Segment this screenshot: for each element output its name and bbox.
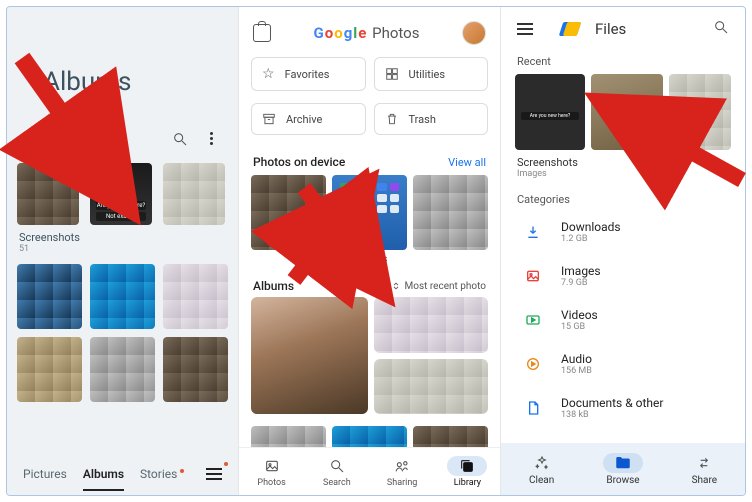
- nav-library[interactable]: Library: [435, 448, 500, 495]
- recent-label: Recent: [501, 45, 745, 74]
- search-icon[interactable]: [172, 131, 188, 151]
- sort-icon: [391, 281, 401, 291]
- category-name: Documents & other: [561, 396, 663, 410]
- tab-pictures[interactable]: Pictures: [23, 467, 67, 481]
- recent-caption-title: Screenshots: [517, 156, 729, 169]
- section-title: Photos on device: [253, 155, 345, 169]
- search-icon: [329, 458, 345, 474]
- album-thumb[interactable]: [163, 163, 225, 225]
- category-name: Videos: [561, 308, 598, 322]
- menu-icon[interactable]: [517, 23, 533, 35]
- notification-dot: [180, 469, 184, 473]
- album-large-thumb[interactable]: [251, 297, 368, 414]
- menu-icon[interactable]: [206, 468, 222, 480]
- bottom-tabs: Pictures Albums Stories: [7, 453, 238, 495]
- video-icon: [519, 306, 547, 334]
- sparkle-icon: [534, 455, 550, 471]
- nav-share[interactable]: Share: [664, 443, 745, 495]
- categories-label: Categories: [501, 179, 745, 210]
- category-name: Images: [561, 264, 601, 278]
- app-title: Files: [595, 20, 626, 38]
- category-size: 1.2 GB: [561, 234, 621, 244]
- swap-icon: [696, 455, 712, 471]
- files-pane: Files Recent Are you new here? Screensho…: [501, 7, 745, 495]
- print-store-icon[interactable]: [253, 24, 271, 42]
- image-icon: [519, 262, 547, 290]
- photo-icon: [264, 458, 280, 474]
- category-size: 156 MB: [561, 366, 592, 376]
- files-logo-icon: [561, 22, 579, 36]
- album-thumb[interactable]: [163, 337, 228, 402]
- notification-dot: [224, 462, 228, 466]
- nav-clean[interactable]: Clean: [501, 443, 582, 495]
- archive-icon: [262, 112, 276, 126]
- bottom-nav: Clean Browse Share: [501, 443, 745, 495]
- card-favorites[interactable]: ☆Favorites: [251, 57, 366, 91]
- download-icon: [519, 218, 547, 246]
- avatar[interactable]: [462, 21, 486, 45]
- device-thumb[interactable]: [413, 175, 488, 250]
- category-size: 15 GB: [561, 322, 598, 332]
- album-name: Screenshots: [7, 225, 238, 244]
- sort-control[interactable]: Most recent photo: [391, 281, 486, 292]
- card-trash[interactable]: Trash: [374, 103, 489, 135]
- section-title: Albums: [253, 279, 294, 293]
- category-name: Audio: [561, 352, 592, 366]
- album-screenshots[interactable]: Are you new here? Not exactly: [90, 163, 152, 225]
- recent-thumb[interactable]: Are you new here?: [515, 74, 585, 150]
- category-images[interactable]: Images 7.9 GB: [511, 254, 735, 298]
- category-videos[interactable]: Videos 15 GB: [511, 298, 735, 342]
- google-photos-pane: Google Photos ☆Favorites Utilities Archi…: [238, 7, 501, 495]
- category-documents-other[interactable]: Documents & other 138 kB: [511, 386, 735, 430]
- album-thumb[interactable]: [163, 264, 228, 329]
- category-audio[interactable]: Audio 156 MB: [511, 342, 735, 386]
- album-thumb[interactable]: [17, 163, 79, 225]
- album-count: 51: [7, 244, 238, 260]
- search-icon[interactable]: [713, 19, 729, 39]
- nav-sharing[interactable]: Sharing: [370, 448, 435, 495]
- album-thumb[interactable]: [17, 337, 82, 402]
- tab-stories[interactable]: Stories: [140, 467, 184, 481]
- more-icon[interactable]: [204, 131, 218, 145]
- albums-pane: Albums Are you new here? Not exactly Scr…: [7, 7, 238, 495]
- thumb-caption: Screenshots: [332, 250, 407, 265]
- doc-icon: [519, 394, 547, 422]
- trash-icon: [385, 112, 399, 126]
- card-archive[interactable]: Archive: [251, 103, 366, 135]
- bottom-nav: Photos Search Sharing Library: [239, 447, 500, 495]
- category-name: Downloads: [561, 220, 621, 234]
- album-thumb[interactable]: [17, 264, 82, 329]
- sharing-icon: [394, 458, 410, 474]
- folder-icon: [614, 454, 632, 472]
- nav-photos[interactable]: Photos: [239, 448, 304, 495]
- page-title: Albums: [7, 7, 238, 97]
- recent-thumb[interactable]: [669, 74, 731, 150]
- audio-icon: [519, 350, 547, 378]
- recent-thumb[interactable]: [591, 74, 663, 150]
- category-downloads[interactable]: Downloads 1.2 GB: [511, 210, 735, 254]
- album-small-thumb[interactable]: [374, 297, 488, 353]
- device-thumb-screenshots[interactable]: [332, 175, 407, 250]
- library-icon: [459, 458, 475, 474]
- utilities-icon: [385, 67, 399, 81]
- category-size: 138 kB: [561, 410, 663, 420]
- tab-albums[interactable]: Albums: [83, 467, 124, 481]
- nav-search[interactable]: Search: [304, 448, 369, 495]
- app-title: Google Photos: [314, 24, 420, 42]
- categories-list: Downloads 1.2 GB Images 7.9 GB Videos 15…: [501, 210, 745, 474]
- recent-caption-subtitle: Images: [517, 169, 729, 179]
- nav-browse[interactable]: Browse: [582, 443, 663, 495]
- album-thumb[interactable]: [90, 337, 155, 402]
- album-thumb[interactable]: [90, 264, 155, 329]
- view-all-link[interactable]: View all: [448, 156, 486, 169]
- star-icon: ☆: [262, 66, 275, 82]
- card-utilities[interactable]: Utilities: [374, 57, 489, 91]
- category-size: 7.9 GB: [561, 278, 601, 288]
- album-small-thumb[interactable]: [374, 359, 488, 415]
- device-thumb[interactable]: [251, 175, 326, 250]
